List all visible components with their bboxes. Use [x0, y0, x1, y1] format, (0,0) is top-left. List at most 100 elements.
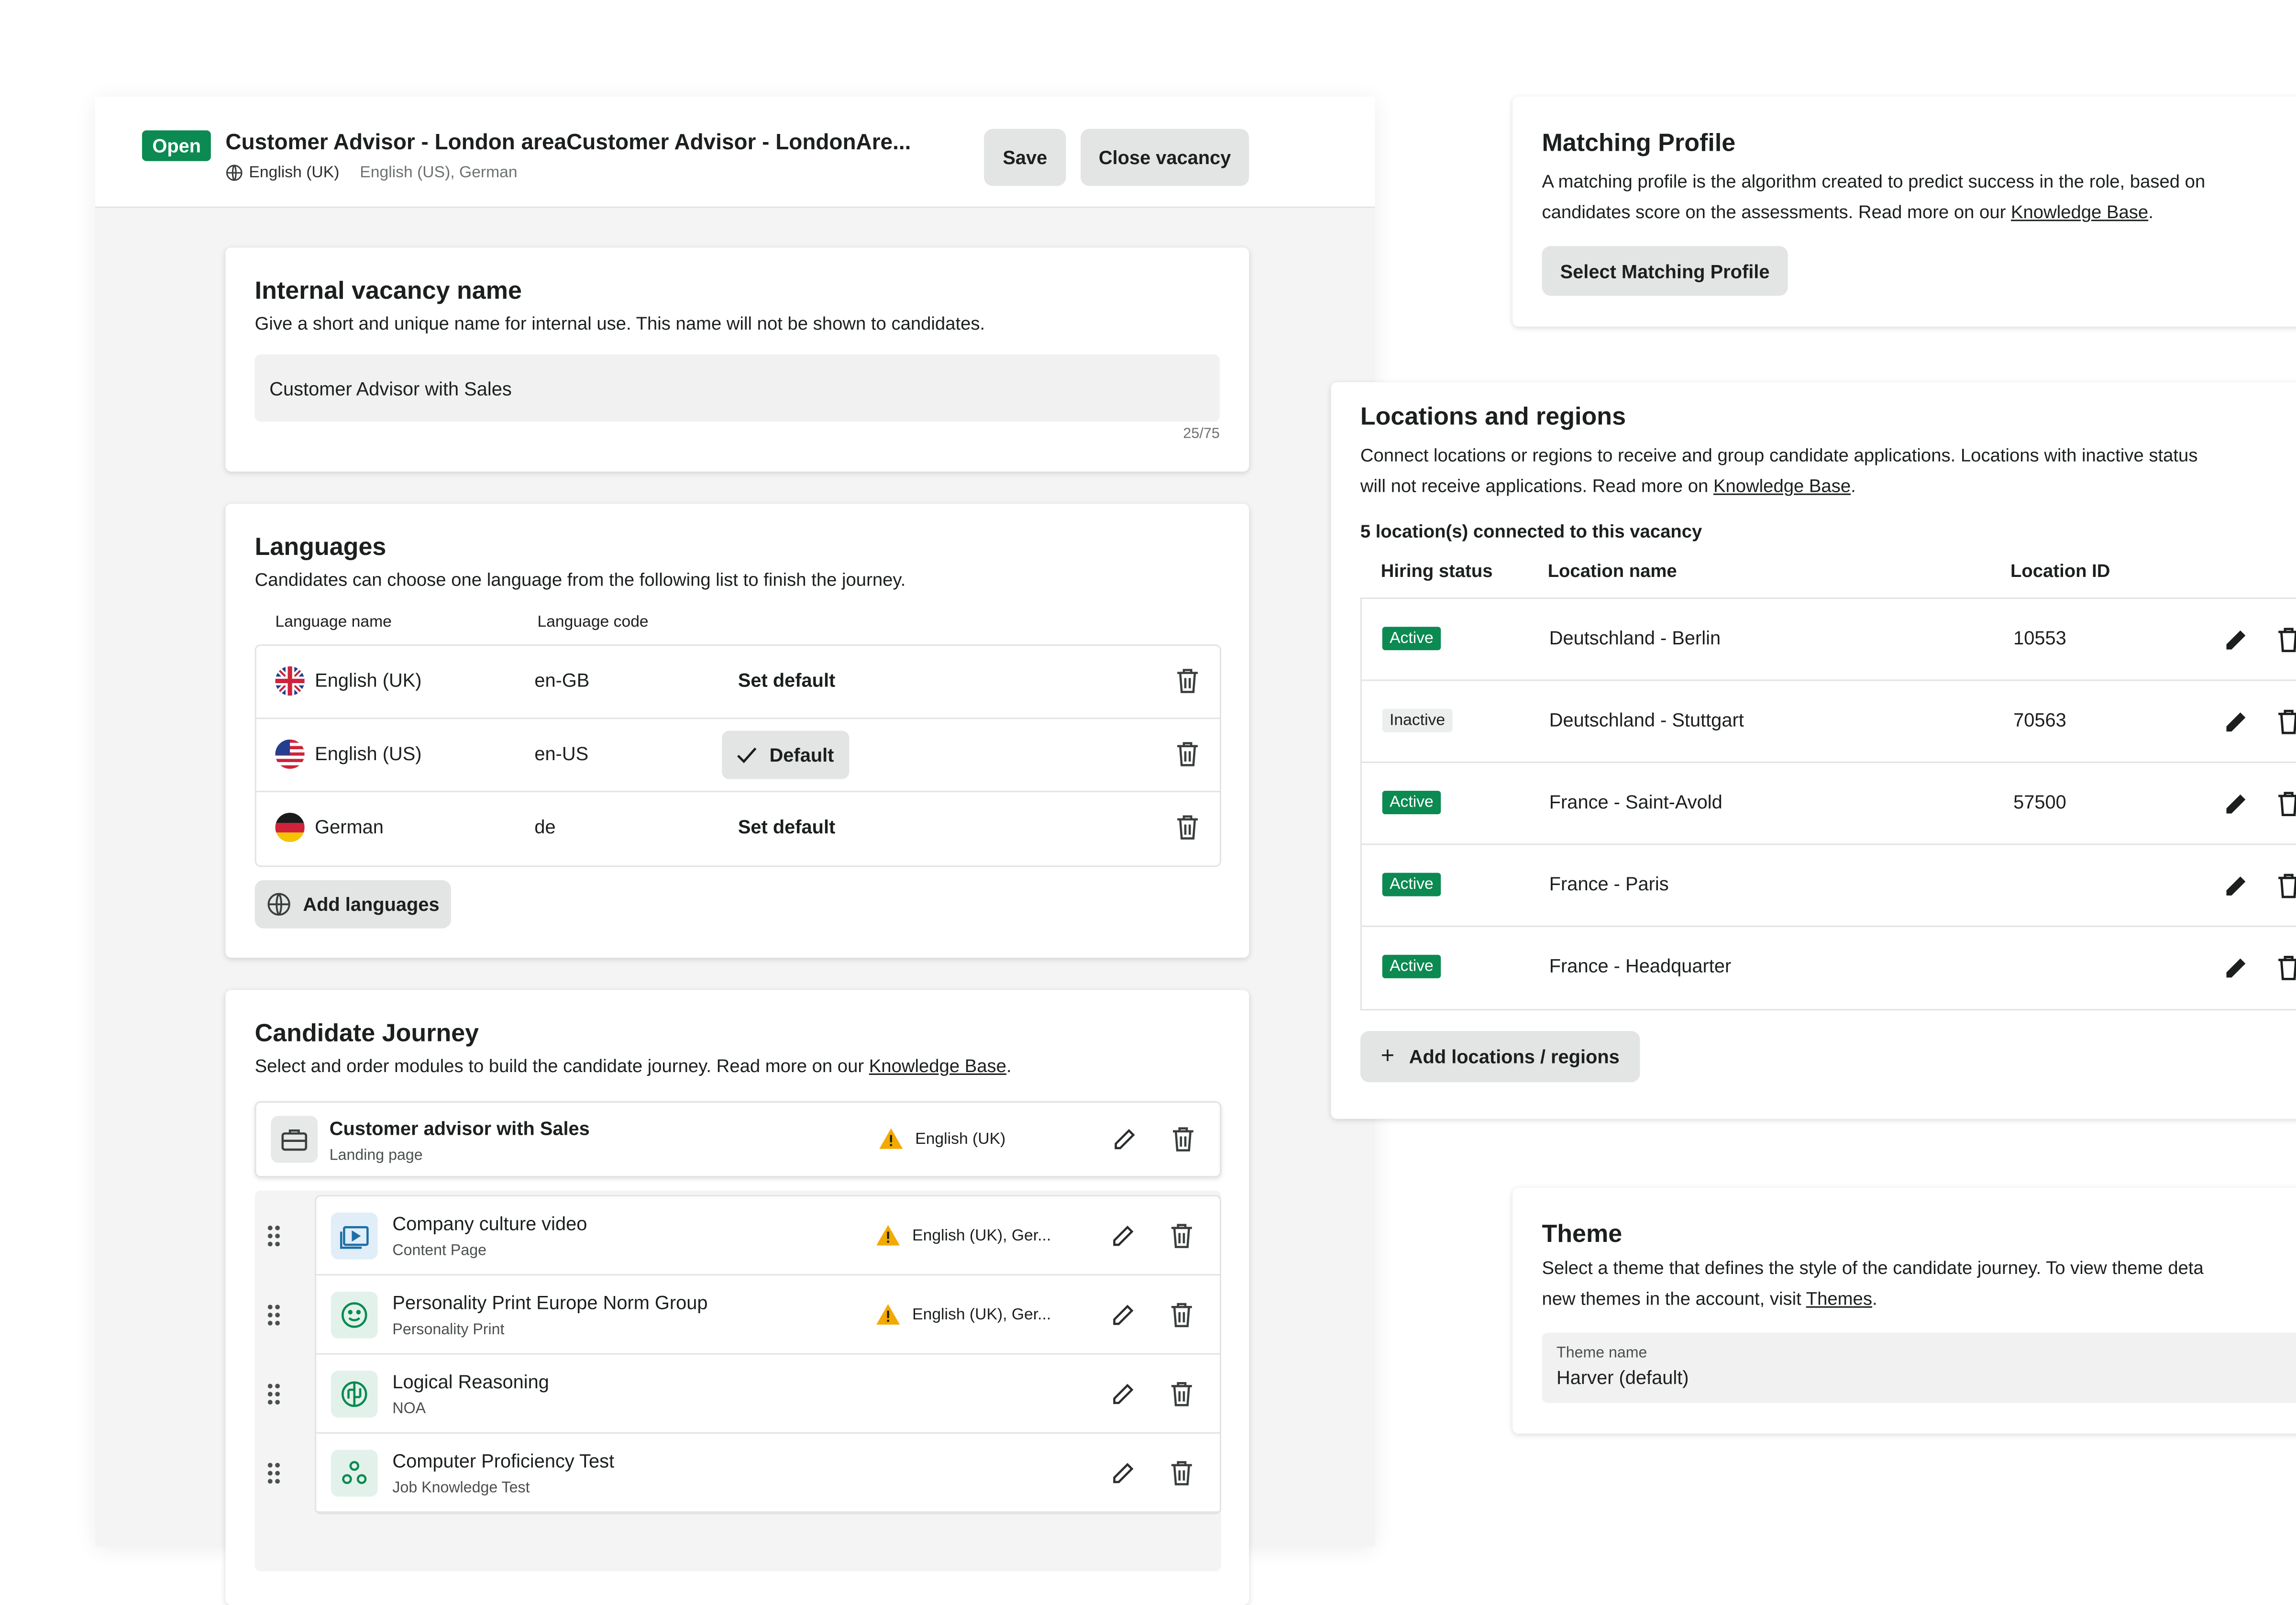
trash-icon[interactable] [2277, 873, 2296, 899]
set-default-button[interactable]: Set default [738, 816, 835, 838]
drag-handle-icon[interactable] [266, 1224, 281, 1248]
set-default-button[interactable]: Set default [738, 669, 835, 691]
languages-table: English (UK) en-GB Set default English (… [254, 644, 1222, 867]
theme-line1: Select a theme that defines the style of… [1542, 1258, 2204, 1279]
vacancy-title: Customer Advisor - London areaCustomer A… [225, 130, 911, 155]
pencil-icon[interactable] [2224, 710, 2248, 734]
default-button[interactable]: Default [722, 731, 850, 779]
trash-icon[interactable] [1170, 1381, 1193, 1407]
theme-title: Theme [1542, 1219, 1623, 1248]
pencil-icon[interactable] [1111, 1303, 1135, 1327]
locations-title: Locations and regions [1360, 402, 1626, 431]
internal-name-description: Give a short and unique name for interna… [254, 313, 985, 334]
description-end: . [1006, 1056, 1012, 1076]
status-badge: Open [142, 130, 211, 161]
drag-handle-icon[interactable] [266, 1303, 281, 1327]
pencil-icon[interactable] [1111, 1461, 1135, 1485]
status-badge: Inactive [1382, 708, 1453, 732]
pencil-icon[interactable] [2224, 628, 2248, 652]
locations-card: Locations and regions Connect locations … [1331, 382, 2296, 1119]
internal-name-field[interactable]: Customer Advisor with Sales [254, 354, 1220, 422]
language-name: English (UK) [315, 669, 422, 691]
us-flag-icon [275, 739, 305, 769]
location-name: France - Paris [1549, 873, 1669, 895]
pencil-icon[interactable] [2224, 792, 2248, 816]
column-language-name: Language name [275, 613, 392, 631]
checkmark-icon [738, 747, 757, 763]
trash-icon[interactable] [2277, 791, 2296, 817]
location-id: 57500 [2013, 791, 2066, 813]
uk-flag-icon [275, 666, 305, 696]
journey-module-list: Company culture video Content Page Engli… [254, 1190, 1222, 1572]
theme-card: Theme Select a theme that defines the st… [1512, 1187, 2296, 1434]
language-name: English (US) [315, 742, 422, 764]
save-button[interactable]: Save [984, 129, 1066, 186]
languages-title: Languages [254, 533, 386, 561]
module-languages: English (UK), Ger... [876, 1224, 1051, 1246]
current-language[interactable]: English (UK) [249, 164, 339, 182]
themes-link[interactable]: Themes [1806, 1289, 1872, 1309]
close-vacancy-button[interactable]: Close vacancy [1081, 129, 1249, 186]
add-locations-button[interactable]: + Add locations / regions [1360, 1031, 1640, 1083]
trash-icon[interactable] [2277, 709, 2296, 735]
module-subtitle: Personality Print [392, 1321, 505, 1339]
trash-icon[interactable] [1171, 1126, 1195, 1152]
list-item[interactable]: Personality Print Europe Norm Group Pers… [267, 1275, 1220, 1355]
language-name: German [315, 816, 384, 838]
theme-field-value: Harver (default) [1556, 1366, 1689, 1389]
select-matching-profile-button[interactable]: Select Matching Profile [1542, 246, 1788, 296]
trash-icon[interactable] [2277, 627, 2296, 653]
trash-icon[interactable] [2277, 955, 2296, 981]
warning-icon [876, 1225, 900, 1246]
locations-line2: will not receive applications. Read more… [1360, 472, 1856, 502]
landing-page-module[interactable]: Customer advisor with Sales Landing page… [254, 1101, 1222, 1178]
theme-line2: new themes in the account, visit Themes. [1542, 1284, 1877, 1315]
pencil-icon[interactable] [2224, 956, 2248, 980]
status-badge: Active [1382, 627, 1441, 651]
trash-icon[interactable] [1176, 741, 1199, 767]
module-title: Computer Proficiency Test [392, 1450, 615, 1472]
module-subtitle: Content Page [392, 1241, 486, 1260]
location-name: France - Headquarter [1549, 954, 1732, 977]
trash-icon[interactable] [1176, 814, 1199, 841]
list-item[interactable]: Computer Proficiency Test Job Knowledge … [267, 1434, 1220, 1513]
module-title: Logical Reasoning [392, 1371, 549, 1393]
pencil-icon[interactable] [1113, 1128, 1137, 1151]
candidate-journey-title: Candidate Journey [254, 1019, 479, 1047]
trash-icon[interactable] [1170, 1460, 1193, 1486]
landing-subtitle: Landing page [329, 1146, 423, 1164]
pencil-icon[interactable] [1111, 1224, 1135, 1248]
table-row: English (UK) en-GB Set default [256, 646, 1220, 719]
other-languages: English (US), German [360, 164, 518, 182]
line2-end: . [2148, 202, 2153, 223]
internal-name-card: Internal vacancy name Give a short and u… [225, 247, 1249, 472]
column-language-code: Language code [537, 613, 649, 631]
candidate-journey-card: Candidate Journey Select and order modul… [225, 990, 1249, 1605]
status-badge: Active [1382, 954, 1441, 978]
drag-handle-icon[interactable] [266, 1461, 281, 1485]
pencil-icon[interactable] [2224, 874, 2248, 898]
trash-icon[interactable] [1176, 668, 1199, 694]
module-subtitle: NOA [392, 1400, 426, 1418]
brain-icon [331, 1371, 378, 1418]
add-languages-button[interactable]: Add languages [254, 880, 451, 929]
trash-icon[interactable] [1170, 1302, 1193, 1328]
knowledge-base-link[interactable]: Knowledge Base [1713, 476, 1851, 497]
column-location-name: Location name [1547, 561, 1677, 582]
add-languages-label: Add languages [303, 893, 440, 916]
line2-text: new themes in the account, visit [1542, 1288, 1806, 1309]
trash-icon[interactable] [1170, 1223, 1193, 1249]
knowledge-base-link[interactable]: Knowledge Base [869, 1056, 1006, 1076]
knowledge-base-link[interactable]: Knowledge Base [2011, 202, 2148, 222]
module-languages: English (UK), Ger... [876, 1303, 1051, 1325]
table-row: Active France - Headquarter [1362, 927, 2296, 1009]
list-item[interactable]: Logical Reasoning NOA [267, 1355, 1220, 1434]
table-row: Active Deutschland - Berlin 10553 [1361, 599, 2296, 681]
list-item[interactable]: Company culture video Content Page Engli… [267, 1196, 1220, 1276]
editor-header: Open Customer Advisor - London areaCusto… [95, 97, 1375, 208]
drag-handle-icon[interactable] [266, 1383, 281, 1406]
theme-name-field[interactable]: Theme name Harver (default) [1542, 1332, 2296, 1403]
pencil-icon[interactable] [1111, 1383, 1135, 1406]
location-id: 70563 [2013, 708, 2066, 731]
description-text: Select and order modules to build the ca… [254, 1056, 869, 1076]
